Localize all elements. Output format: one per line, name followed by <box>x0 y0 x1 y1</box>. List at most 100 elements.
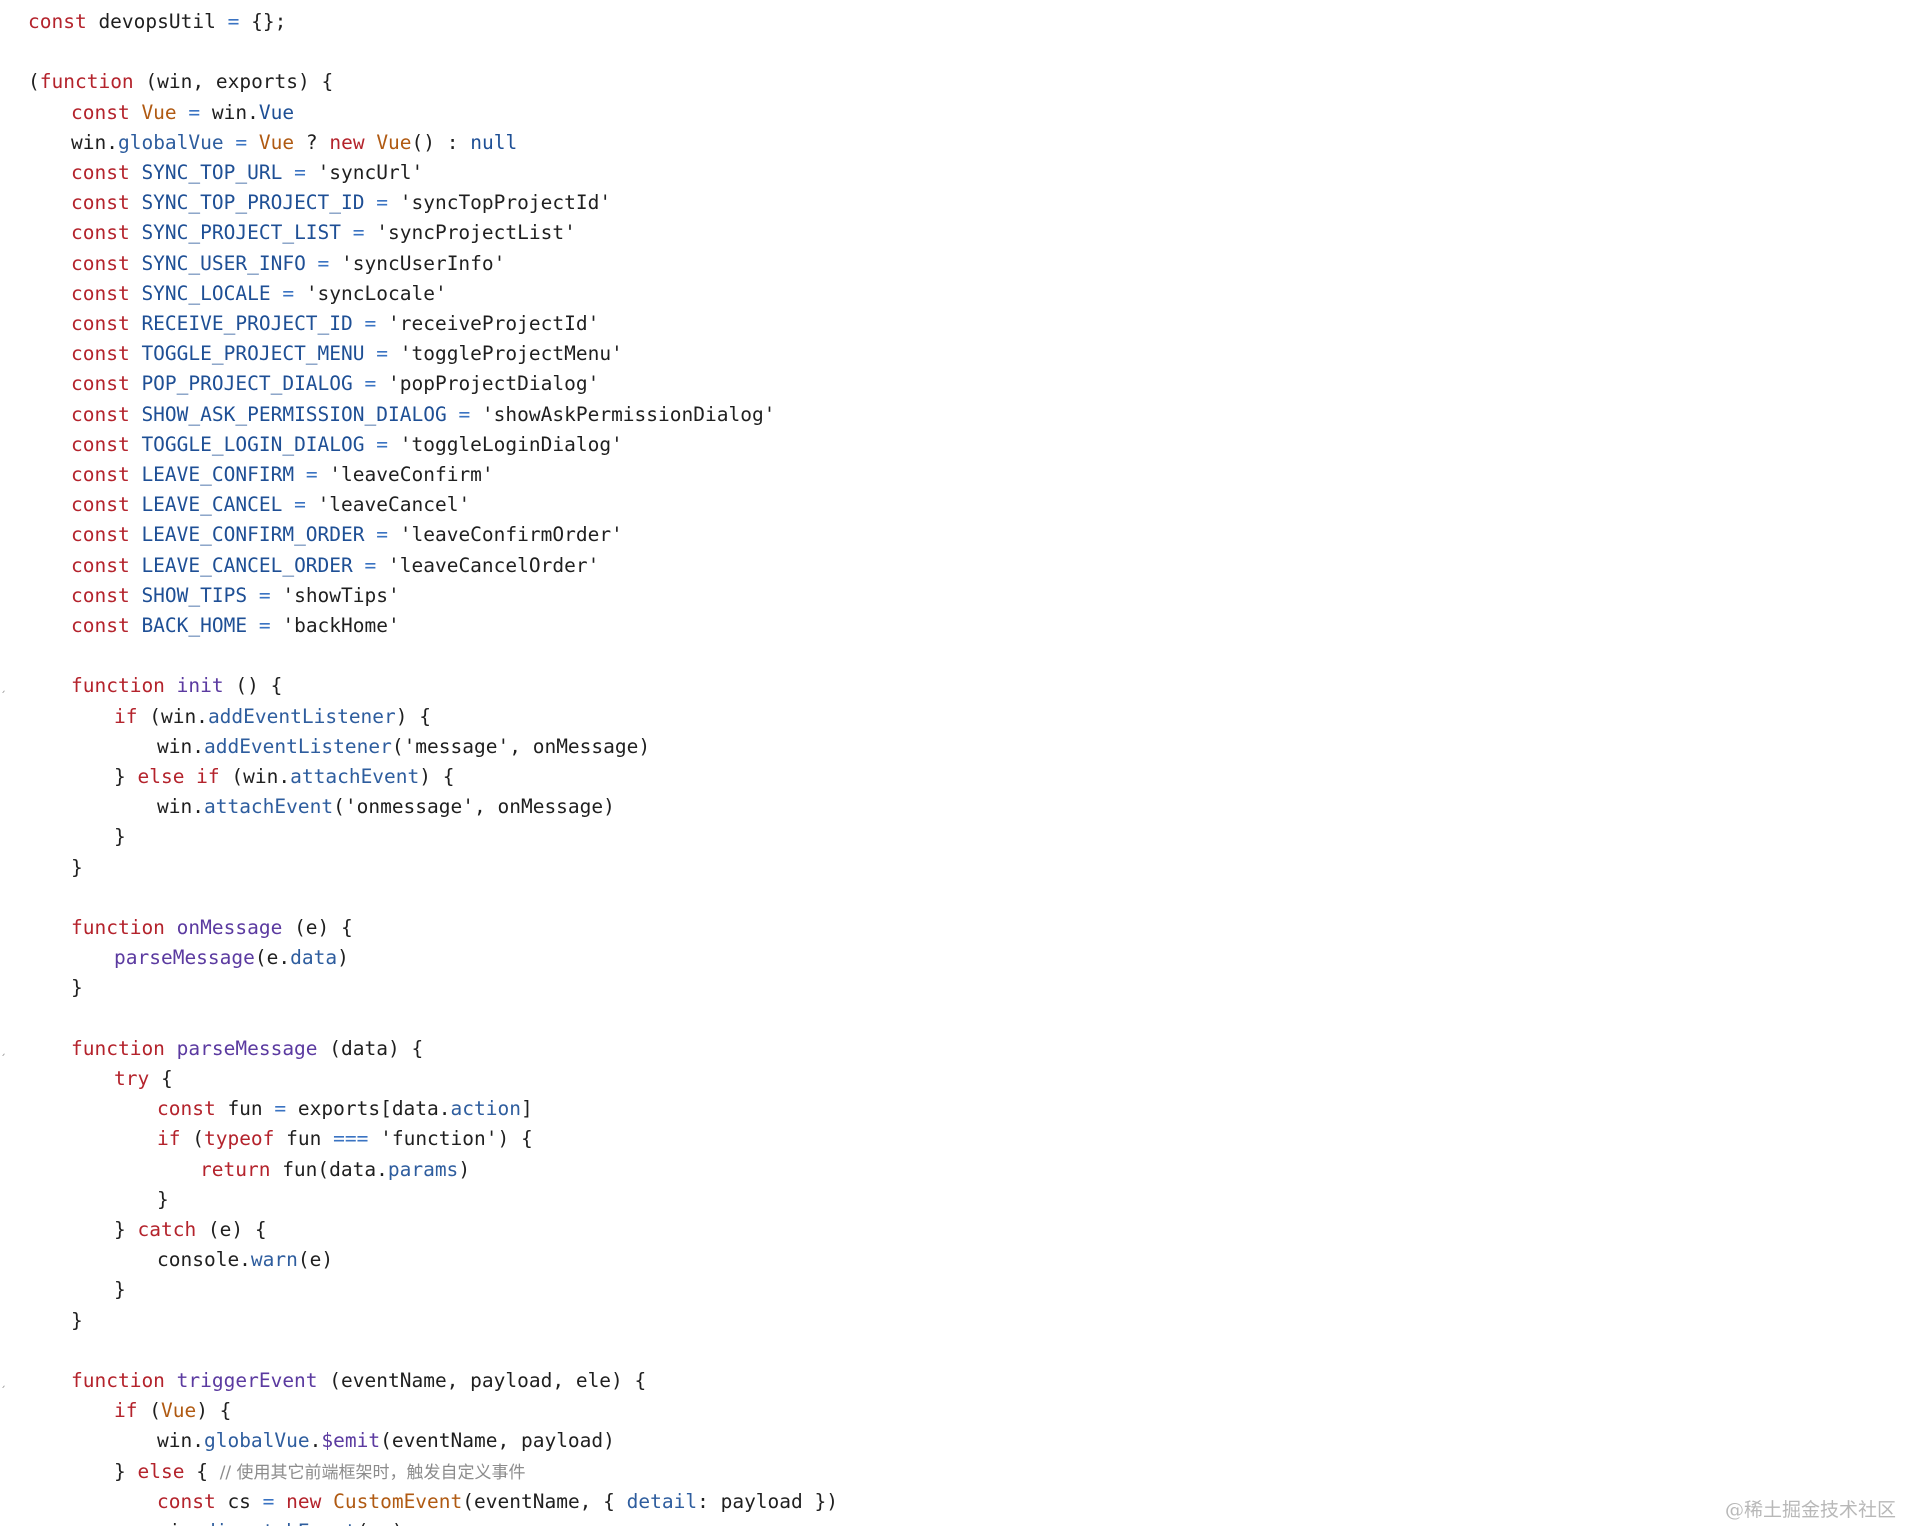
code-token: 'leaveConfirm' <box>317 463 494 486</box>
code-line: if (win.addEventListener) { <box>114 702 431 732</box>
code-line: if (typeof fun === 'function') { <box>157 1124 533 1154</box>
code-token: = <box>376 191 388 215</box>
code-line: const TOGGLE_LOGIN_DIALOG = 'toggleLogin… <box>71 430 623 460</box>
watermark: @稀土掘金技术社区 <box>1724 1499 1896 1521</box>
code-token: else <box>137 1459 185 1483</box>
code-token: SHOW_ASK_PERMISSION_DIALOG <box>129 402 459 426</box>
code-token: , onMessage) <box>474 795 615 819</box>
code-token: ) { <box>497 1127 533 1151</box>
code-token: TOGGLE_PROJECT_MENU <box>129 342 377 366</box>
code-token: = <box>274 1097 287 1121</box>
code-token: = <box>352 221 365 245</box>
code-token: 'receiveProjectId' <box>376 312 600 335</box>
code-token: const <box>71 463 130 486</box>
code-line: const cs = new CustomEvent(eventName, { … <box>157 1487 838 1517</box>
code-token: LEAVE_CONFIRM_ORDER <box>129 523 377 547</box>
code-token: } <box>114 1278 126 1302</box>
code-token: = <box>376 523 388 547</box>
code-line: const LEAVE_CONFIRM = 'leaveConfirm' <box>71 460 494 490</box>
code-token: { <box>149 1067 173 1090</box>
code-token: } <box>114 765 138 788</box>
code-token: function <box>71 1369 165 1392</box>
code-token: ( <box>180 1127 204 1151</box>
code-line: const TOGGLE_PROJECT_MENU = 'toggleProje… <box>71 339 623 369</box>
code-token: SYNC_PROJECT_LIST <box>129 221 353 245</box>
code-token: SYNC_TOP_PROJECT_ID <box>129 191 377 215</box>
code-token: return <box>200 1157 271 1181</box>
code-token: ) <box>458 1157 471 1181</box>
code-token: ] <box>520 1097 533 1121</box>
code-token: (eventName, payload) <box>380 1429 615 1453</box>
code-line: try { <box>114 1064 173 1094</box>
code-token: SYNC_LOCALE <box>129 281 283 305</box>
code-token: const <box>71 614 130 637</box>
code-token: = <box>376 342 388 366</box>
code-token: Vue <box>364 130 412 154</box>
fold-marker-icon[interactable]: ˏ <box>0 1375 6 1387</box>
code-token: (e) <box>297 1248 334 1272</box>
code-line: const POP_PROJECT_DIALOG = 'popProjectDi… <box>71 369 599 399</box>
code-line: const Vue = win.Vue <box>71 98 294 128</box>
code-line: } <box>114 1275 126 1305</box>
code-token: } <box>114 1218 138 1241</box>
code-token: ( <box>28 70 40 94</box>
code-token: ) { <box>196 1399 232 1423</box>
code-token: (e. <box>254 946 291 970</box>
code-token: () { <box>223 674 283 698</box>
fold-marker-icon[interactable]: ˏ <box>0 1043 6 1055</box>
code-token: warn <box>250 1248 298 1272</box>
code-token: = <box>227 10 240 33</box>
code-token: } <box>71 855 83 879</box>
code-token: fun(data. <box>270 1157 388 1181</box>
code-token: 'message' <box>403 734 510 758</box>
code-token: function <box>71 674 165 698</box>
code-token: Vue <box>129 100 189 124</box>
code-line: const LEAVE_CANCEL_ORDER = 'leaveCancelO… <box>71 551 599 581</box>
code-line: } catch (e) { <box>114 1215 267 1245</box>
code-token: 'showTips' <box>270 583 400 607</box>
code-line: } <box>71 853 83 883</box>
code-token: win. <box>71 130 118 154</box>
code-token: BACK_HOME <box>129 614 259 637</box>
code-token: globalVue <box>203 1429 310 1453</box>
code-line: const SYNC_TOP_URL = 'syncUrl' <box>71 158 423 188</box>
code-line: const SHOW_ASK_PERMISSION_DIALOG = 'show… <box>71 400 775 430</box>
code-line: return fun(data.params) <box>200 1155 470 1185</box>
code-token: = <box>262 1489 275 1513</box>
code-line: } <box>71 973 83 1003</box>
code-token: } <box>157 1187 169 1211</box>
code-token: 'leaveConfirmOrder' <box>388 523 623 547</box>
code-token: 'showAskPermissionDialog' <box>470 402 776 426</box>
code-token: = <box>258 583 271 607</box>
code-line: win.attachEvent('onmessage', onMessage) <box>157 792 615 822</box>
code-token: function <box>39 70 134 94</box>
code-token: if <box>114 704 138 728</box>
code-token: fun <box>274 1127 334 1151</box>
code-token: const <box>71 100 130 124</box>
code-token: SYNC_USER_INFO <box>129 251 318 275</box>
code-token: const <box>71 583 130 607</box>
code-token: catch <box>137 1218 197 1241</box>
code-token: win. <box>157 795 204 819</box>
code-token: else if <box>137 765 220 788</box>
code-token: Vue <box>258 130 295 154</box>
code-token: fun <box>215 1097 275 1121</box>
code-token: = <box>364 372 377 396</box>
code-token: 'popProjectDialog' <box>376 372 600 396</box>
code-token: console. <box>157 1248 251 1272</box>
code-token: init <box>164 674 224 698</box>
code-token: ) <box>337 946 349 970</box>
code-token: attachEvent <box>203 795 334 819</box>
code-token: 'syncProjectList' <box>364 221 576 245</box>
fold-marker-icon[interactable]: ˏ <box>0 680 6 692</box>
code-token: CustomEvent <box>321 1489 463 1513</box>
code-token: SHOW_TIPS <box>129 583 259 607</box>
code-token: const <box>157 1489 216 1513</box>
code-editor[interactable]: const devopsUtil = {}; (function (win, ex… <box>0 0 1906 1526</box>
code-token: 'syncUrl' <box>305 161 424 184</box>
code-token: Vue <box>160 1399 197 1423</box>
code-token: = <box>223 130 259 154</box>
code-token: typeof <box>203 1127 275 1151</box>
code-token: const <box>157 1097 216 1121</box>
code-line: const SYNC_TOP_PROJECT_ID = 'syncTopProj… <box>71 188 611 218</box>
